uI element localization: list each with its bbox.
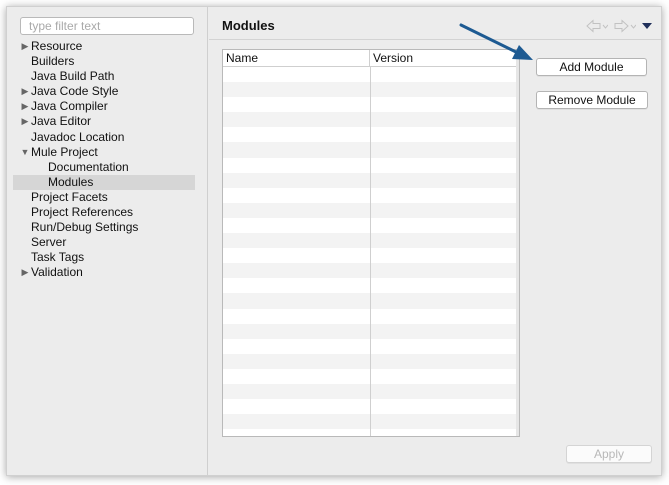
- empty-table-row: [223, 218, 519, 233]
- tree-item-label: Server: [31, 235, 67, 250]
- filter-input[interactable]: [20, 17, 194, 35]
- tree-item-label: Builders: [31, 54, 75, 69]
- column-header-name[interactable]: Name: [223, 50, 370, 67]
- column-divider: [370, 67, 371, 436]
- empty-table-row: [223, 127, 519, 142]
- preferences-tree-pane: ▶ResourceBuildersJava Build Path▶Java Co…: [7, 7, 208, 475]
- table-header: Name Version: [223, 50, 519, 67]
- collapsed-triangle-icon[interactable]: ▶: [20, 265, 30, 280]
- empty-table-row: [223, 383, 519, 400]
- empty-table-row: [223, 233, 519, 249]
- tree-item-label: Java Compiler: [31, 99, 108, 114]
- modules-page: Modules Name Version Add Module Remove M…: [209, 7, 661, 475]
- tree-item-label: Javadoc Location: [31, 129, 125, 144]
- forward-arrow-icon[interactable]: [614, 19, 636, 33]
- collapsed-triangle-icon[interactable]: ▶: [20, 99, 30, 114]
- tree-item-label: Java Build Path: [31, 69, 115, 84]
- empty-table-row: [223, 339, 519, 354]
- tree-item-documentation[interactable]: Documentation: [20, 160, 195, 175]
- page-navigation: [586, 18, 652, 34]
- collapsed-triangle-icon[interactable]: ▶: [20, 114, 30, 129]
- tree-item-java-code-style[interactable]: ▶ Java Code Style: [20, 84, 195, 99]
- empty-table-row: [223, 82, 519, 98]
- tree-item-validation[interactable]: ▶ Validation: [20, 265, 195, 280]
- empty-table-row: [223, 202, 519, 218]
- tree-item-project-references[interactable]: Project References: [20, 205, 195, 220]
- tree-item-project-facets[interactable]: Project Facets: [20, 190, 195, 205]
- tree-item-java-compiler[interactable]: ▶ Java Compiler: [20, 99, 195, 114]
- apply-button[interactable]: Apply: [566, 445, 652, 463]
- properties-window: ▶ResourceBuildersJava Build Path▶Java Co…: [6, 6, 662, 476]
- empty-table-row: [223, 323, 519, 339]
- tree-item-label: Project Facets: [31, 189, 108, 204]
- tree-item-label: Validation: [31, 265, 83, 280]
- collapsed-triangle-icon[interactable]: ▶: [20, 39, 30, 54]
- modules-table[interactable]: Name Version: [222, 49, 520, 437]
- tree-item-label: Task Tags: [31, 250, 85, 265]
- empty-table-row: [223, 142, 519, 158]
- empty-table-row: [223, 97, 519, 112]
- tree-item-label: Java Editor: [31, 114, 92, 129]
- tree-item-label: Documentation: [48, 159, 129, 174]
- empty-table-row: [223, 293, 519, 309]
- empty-table-row: [223, 263, 519, 279]
- empty-table-row: [223, 158, 519, 173]
- collapsed-triangle-icon[interactable]: ▶: [20, 84, 30, 99]
- tree-item-label: Java Code Style: [31, 84, 119, 99]
- empty-table-row: [223, 399, 519, 414]
- expanded-triangle-icon[interactable]: ▼: [20, 145, 30, 160]
- empty-table-row: [223, 414, 519, 430]
- remove-module-button[interactable]: Remove Module: [536, 91, 648, 109]
- vertical-scrollbar[interactable]: [516, 50, 519, 436]
- empty-table-row: [223, 248, 519, 263]
- tree-item-label: Resource: [31, 39, 83, 53]
- empty-table-row: [223, 172, 519, 188]
- tree-item-builders[interactable]: Builders: [20, 54, 195, 69]
- add-module-button[interactable]: Add Module: [536, 58, 647, 76]
- tree-item-modules[interactable]: Modules: [13, 174, 195, 190]
- tree-item-label: Mule Project: [31, 144, 98, 159]
- header-separator: [209, 39, 661, 40]
- tree-item-java-build-path[interactable]: Java Build Path: [20, 69, 195, 84]
- empty-table-row: [223, 369, 519, 384]
- tree-item-run-debug-settings[interactable]: Run/Debug Settings: [20, 220, 195, 235]
- tree-item-label: Run/Debug Settings: [31, 220, 139, 235]
- tree-item-resource[interactable]: ▶ Resource: [20, 39, 195, 54]
- tree-item-javadoc-location[interactable]: Javadoc Location: [20, 130, 195, 145]
- empty-table-row: [223, 309, 519, 324]
- empty-table-row: [223, 353, 519, 369]
- tree-item-task-tags[interactable]: Task Tags: [20, 250, 195, 265]
- tree-item-label: Modules: [48, 174, 94, 189]
- tree-item-label: Project References: [31, 205, 134, 220]
- preferences-tree: ▶ Resource Builders Java Build Path ▶ Java Co…: [13, 39, 195, 281]
- view-menu-icon[interactable]: [642, 22, 652, 30]
- empty-table-row: [223, 112, 519, 128]
- tree-item-server[interactable]: Server: [20, 235, 195, 250]
- page-title: Modules: [222, 18, 275, 33]
- column-header-version[interactable]: Version: [370, 50, 519, 67]
- back-arrow-icon[interactable]: [586, 19, 608, 33]
- table-body: [223, 67, 519, 436]
- empty-table-row: [223, 67, 519, 82]
- empty-table-row: [223, 278, 519, 293]
- tree-item-mule-project[interactable]: ▼ Mule Project: [20, 145, 195, 160]
- tree-item-java-editor[interactable]: ▶ Java Editor: [20, 114, 195, 129]
- empty-table-row: [223, 188, 519, 203]
